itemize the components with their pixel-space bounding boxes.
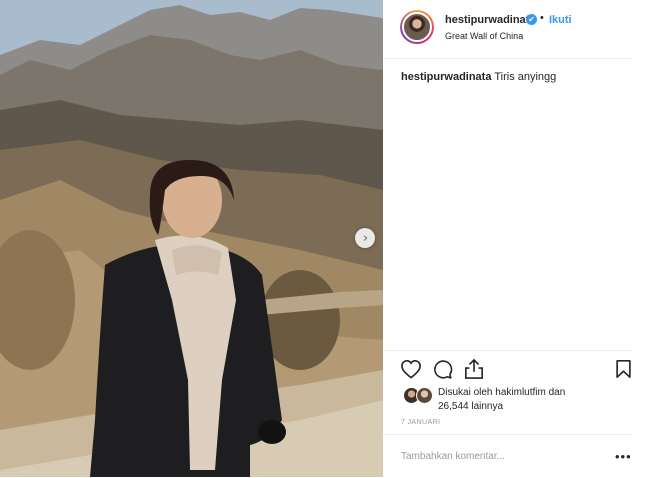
likes-user[interactable]: hakimlutfim	[495, 387, 546, 398]
follow-button[interactable]: Ikuti	[549, 14, 572, 26]
likes-and: dan	[548, 387, 566, 398]
comment-icon[interactable]	[432, 359, 453, 380]
post-username[interactable]: hestipurwadinata	[445, 14, 535, 26]
likes-summary: Disukai oleh hakimlutfim dan 26,544 lain…	[401, 386, 641, 418]
post-date[interactable]: 7 JANUARI	[401, 419, 440, 426]
bookmark-icon[interactable]	[615, 359, 632, 379]
avatar[interactable]	[400, 10, 434, 44]
photo-illustration	[0, 0, 383, 477]
share-icon[interactable]	[464, 358, 484, 380]
likes-prefix: Disukai oleh	[438, 387, 493, 398]
comment-bar: Tambahkan komentar... •••	[383, 434, 632, 478]
next-image-button[interactable]: ›	[355, 228, 375, 248]
liker-avatar[interactable]	[416, 387, 433, 404]
post-photo[interactable]: ›	[0, 0, 383, 477]
chevron-right-icon: ›	[362, 230, 369, 246]
verified-badge-icon: ✔	[526, 14, 537, 25]
likes-text: Disukai oleh hakimlutfim dan 26,544 lain…	[438, 386, 565, 414]
more-options-icon[interactable]: •••	[615, 449, 632, 464]
heart-icon[interactable]	[400, 359, 422, 379]
post-header: hestipurwadinata ✔ • Ikuti Great Wall of…	[383, 0, 632, 59]
likes-count[interactable]: 26,544 lainnya	[438, 401, 503, 412]
post-side-panel: hestipurwadinata ✔ • Ikuti Great Wall of…	[383, 0, 650, 477]
post-caption: hestipurwadinata Tiris anyingg	[401, 71, 556, 83]
separator-dot: •	[540, 12, 544, 24]
action-bar	[383, 350, 632, 387]
caption-username[interactable]: hestipurwadinata	[401, 71, 491, 83]
comment-input[interactable]: Tambahkan komentar...	[401, 451, 505, 462]
caption-text: Tiris anyingg	[494, 71, 557, 83]
post-location[interactable]: Great Wall of China	[445, 31, 523, 41]
